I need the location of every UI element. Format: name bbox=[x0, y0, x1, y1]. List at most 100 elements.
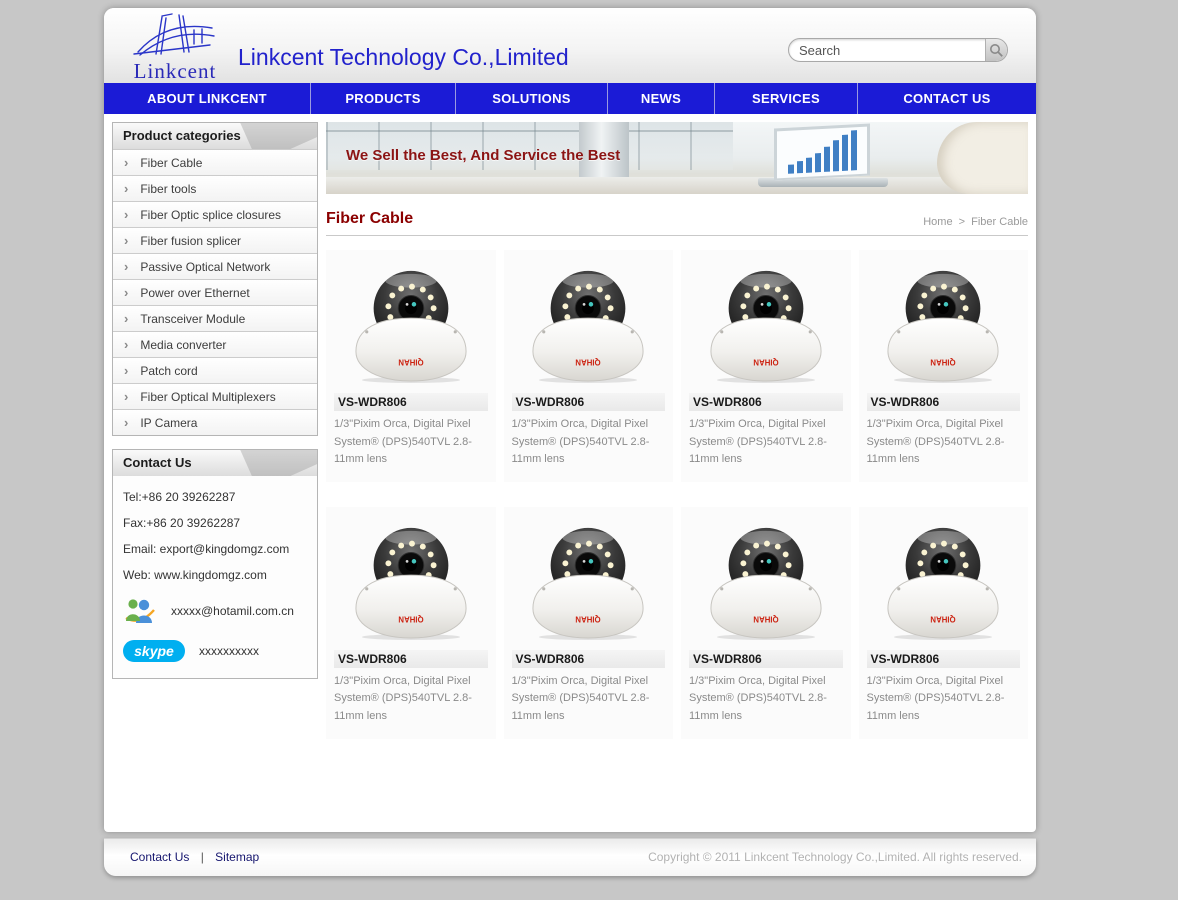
chevron-right-icon: › bbox=[124, 182, 128, 195]
nav-item[interactable]: PRODUCTS bbox=[310, 83, 455, 114]
sidebar-category-item[interactable]: › Fiber Optical Multiplexers bbox=[113, 383, 317, 409]
skype-id[interactable]: xxxxxxxxxx bbox=[199, 644, 259, 658]
sidebar-category-item[interactable]: › Power over Ethernet bbox=[113, 279, 317, 305]
contact-fax: Fax:+86 20 39262287 bbox=[123, 516, 307, 530]
product-card[interactable]: QIHAN VS-WDR806 1/3"Pixim Orca, Digital … bbox=[859, 250, 1029, 482]
category-label: Passive Optical Network bbox=[140, 260, 270, 274]
category-label: Fiber Optical Multiplexers bbox=[140, 390, 275, 404]
main-panel: We Sell the Best, And Service the Best F… bbox=[326, 122, 1028, 824]
product-name[interactable]: VS-WDR806 bbox=[689, 650, 843, 668]
skype-wordmark: skype bbox=[134, 643, 174, 659]
camera-brand-text: QIHAN bbox=[930, 614, 956, 623]
product-name[interactable]: VS-WDR806 bbox=[689, 393, 843, 411]
product-image[interactable]: QIHAN bbox=[512, 257, 666, 389]
sidebar-category-item[interactable]: › Fiber Cable bbox=[113, 149, 317, 175]
copyright-text: Copyright © 2011 Linkcent Technology Co.… bbox=[648, 839, 1022, 876]
chevron-right-icon: › bbox=[124, 234, 128, 247]
product-description: 1/3"Pixim Orca, Digital Pixel System® (D… bbox=[867, 673, 1021, 726]
chevron-right-icon: › bbox=[124, 208, 128, 221]
product-name[interactable]: VS-WDR806 bbox=[334, 393, 488, 411]
chevron-right-icon: › bbox=[124, 416, 128, 429]
msn-address[interactable]: xxxxx@hotamil.com.cn bbox=[171, 604, 294, 618]
product-name[interactable]: VS-WDR806 bbox=[867, 650, 1021, 668]
contact-us-header: Contact Us bbox=[113, 450, 317, 476]
nav-item[interactable]: SOLUTIONS bbox=[455, 83, 607, 114]
product-description: 1/3"Pixim Orca, Digital Pixel System® (D… bbox=[867, 416, 1021, 469]
nav-item[interactable]: ABOUT LINKCENT bbox=[104, 83, 310, 114]
product-image[interactable]: QIHAN bbox=[867, 257, 1021, 389]
camera-brand-text: QIHAN bbox=[398, 614, 424, 623]
logo-text: Linkcent bbox=[116, 59, 234, 84]
sidebar-category-item[interactable]: › Fiber tools bbox=[113, 175, 317, 201]
product-categories-box: Product categories › Fiber Cable › Fiber… bbox=[112, 122, 318, 436]
product-description: 1/3"Pixim Orca, Digital Pixel System® (D… bbox=[689, 416, 843, 469]
product-name[interactable]: VS-WDR806 bbox=[512, 393, 666, 411]
product-description: 1/3"Pixim Orca, Digital Pixel System® (D… bbox=[334, 673, 488, 726]
footer: Contact Us | Sitemap Copyright © 2011 Li… bbox=[104, 838, 1036, 876]
banner-slogan: We Sell the Best, And Service the Best bbox=[346, 147, 620, 164]
contact-email[interactable]: Email: export@kingdomgz.com bbox=[123, 542, 307, 556]
search-icon bbox=[989, 43, 1004, 58]
camera-brand-text: QIHAN bbox=[753, 357, 779, 366]
main-navigation: ABOUT LINKCENT PRODUCTS SOLUTIONS NEWS S… bbox=[104, 83, 1036, 114]
contact-us-box: Contact Us Tel:+86 20 39262287 Fax:+86 2… bbox=[112, 449, 318, 679]
product-image[interactable]: QIHAN bbox=[512, 514, 666, 646]
product-card[interactable]: QIHAN VS-WDR806 1/3"Pixim Orca, Digital … bbox=[326, 250, 496, 482]
chevron-right-icon: › bbox=[124, 390, 128, 403]
page-container: Linkcent Linkcent Technology Co.,Limited… bbox=[104, 8, 1036, 832]
dome-camera-image: QIHAN bbox=[529, 260, 647, 386]
skype-row: skype xxxxxxxxxx bbox=[123, 640, 307, 662]
product-card[interactable]: QIHAN VS-WDR806 1/3"Pixim Orca, Digital … bbox=[681, 507, 851, 739]
product-card[interactable]: QIHAN VS-WDR806 1/3"Pixim Orca, Digital … bbox=[504, 250, 674, 482]
msn-messenger-icon[interactable] bbox=[123, 596, 157, 626]
product-image[interactable]: QIHAN bbox=[689, 257, 843, 389]
category-label: Fiber Optic splice closures bbox=[140, 208, 281, 222]
nav-item[interactable]: NEWS bbox=[607, 83, 714, 114]
product-image[interactable]: QIHAN bbox=[334, 257, 488, 389]
product-grid: QIHAN VS-WDR806 1/3"Pixim Orca, Digital … bbox=[326, 250, 1028, 739]
camera-brand-text: QIHAN bbox=[575, 357, 601, 366]
sidebar-category-item[interactable]: › Media converter bbox=[113, 331, 317, 357]
breadcrumb-home[interactable]: Home bbox=[923, 216, 952, 228]
search-input[interactable] bbox=[789, 39, 985, 61]
logo[interactable]: Linkcent bbox=[116, 12, 234, 84]
nav-item[interactable]: SERVICES bbox=[714, 83, 857, 114]
camera-brand-text: QIHAN bbox=[398, 357, 424, 366]
product-card[interactable]: QIHAN VS-WDR806 1/3"Pixim Orca, Digital … bbox=[859, 507, 1029, 739]
chevron-right-icon: › bbox=[124, 364, 128, 377]
banner-laptop-chart bbox=[774, 123, 870, 180]
product-description: 1/3"Pixim Orca, Digital Pixel System® (D… bbox=[512, 416, 666, 469]
product-image[interactable]: QIHAN bbox=[334, 514, 488, 646]
footer-link-sitemap[interactable]: Sitemap bbox=[215, 850, 259, 864]
product-card[interactable]: QIHAN VS-WDR806 1/3"Pixim Orca, Digital … bbox=[681, 250, 851, 482]
product-name[interactable]: VS-WDR806 bbox=[512, 650, 666, 668]
product-name[interactable]: VS-WDR806 bbox=[867, 393, 1021, 411]
contact-web[interactable]: Web: www.kingdomgz.com bbox=[123, 568, 307, 582]
msn-row: xxxxx@hotamil.com.cn bbox=[123, 596, 307, 626]
search-button[interactable] bbox=[985, 39, 1007, 61]
sidebar-category-item[interactable]: › Fiber fusion splicer bbox=[113, 227, 317, 253]
product-image[interactable]: QIHAN bbox=[867, 514, 1021, 646]
footer-links: Contact Us | Sitemap bbox=[130, 839, 259, 876]
product-card[interactable]: QIHAN VS-WDR806 1/3"Pixim Orca, Digital … bbox=[504, 507, 674, 739]
product-name[interactable]: VS-WDR806 bbox=[334, 650, 488, 668]
banner-floor bbox=[326, 177, 1028, 194]
skype-icon[interactable]: skype bbox=[123, 640, 185, 662]
hero-banner: We Sell the Best, And Service the Best bbox=[326, 122, 1028, 194]
sidebar-category-item[interactable]: › IP Camera bbox=[113, 409, 317, 435]
chevron-right-icon: › bbox=[124, 260, 128, 273]
dome-camera-image: QIHAN bbox=[707, 517, 825, 643]
page-heading-row: Fiber Cable Home > Fiber Cable bbox=[326, 210, 1028, 236]
sidebar-category-item[interactable]: › Fiber Optic splice closures bbox=[113, 201, 317, 227]
product-card[interactable]: QIHAN VS-WDR806 1/3"Pixim Orca, Digital … bbox=[326, 507, 496, 739]
sidebar-category-item[interactable]: › Passive Optical Network bbox=[113, 253, 317, 279]
sidebar-category-item[interactable]: › Patch cord bbox=[113, 357, 317, 383]
sidebar-category-item[interactable]: › Transceiver Module bbox=[113, 305, 317, 331]
product-description: 1/3"Pixim Orca, Digital Pixel System® (D… bbox=[334, 416, 488, 469]
camera-brand-text: QIHAN bbox=[930, 357, 956, 366]
nav-item[interactable]: CONTACT US bbox=[857, 83, 1036, 114]
product-image[interactable]: QIHAN bbox=[689, 514, 843, 646]
footer-link-contact-us[interactable]: Contact Us bbox=[130, 850, 189, 864]
chevron-right-icon: › bbox=[124, 338, 128, 351]
footer-separator: | bbox=[201, 850, 204, 864]
